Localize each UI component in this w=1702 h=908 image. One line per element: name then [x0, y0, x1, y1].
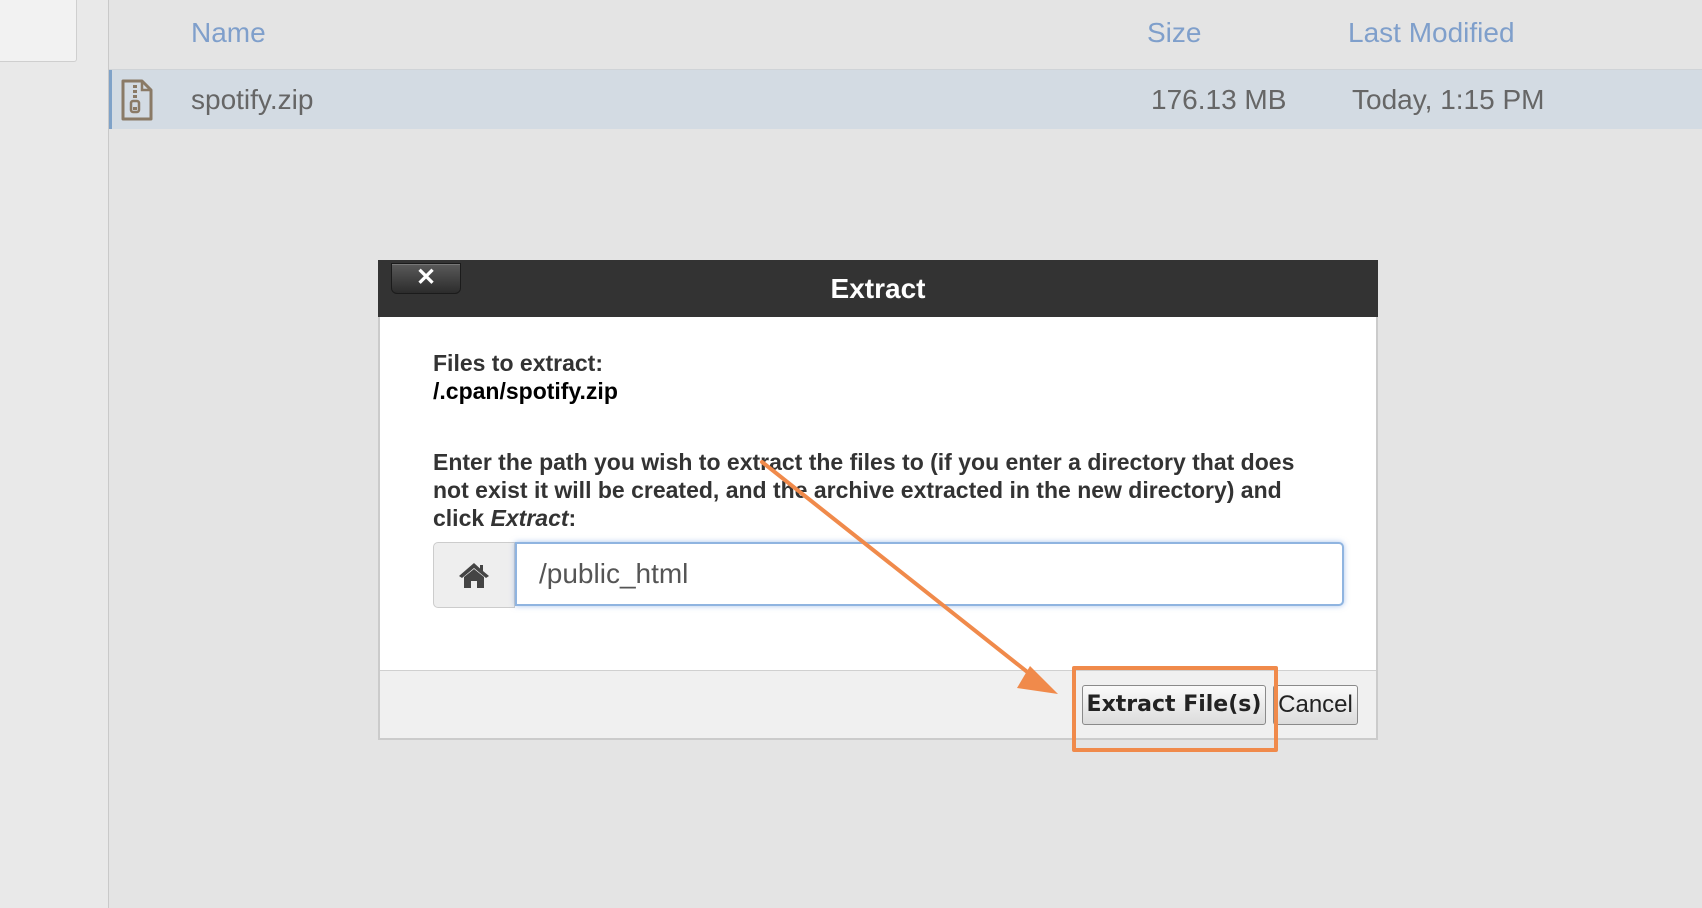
file-list-header: Name Size Last Modified: [109, 0, 1702, 70]
file-modified: Today, 1:15 PM: [1352, 84, 1545, 115]
home-addon: [433, 542, 515, 608]
column-header-last-modified[interactable]: Last Modified: [1348, 17, 1515, 49]
left-pane: [0, 0, 109, 908]
annotation-highlight-box: [1072, 666, 1278, 752]
files-to-extract-label: Files to extract:: [433, 350, 603, 376]
close-icon: ✕: [415, 264, 437, 291]
cancel-button[interactable]: Cancel: [1273, 685, 1358, 725]
home-icon: [459, 563, 489, 588]
dialog-titlebar: Extract ✕: [378, 260, 1378, 317]
instructions-emphasis: Extract: [490, 505, 569, 531]
column-header-name[interactable]: Name: [191, 17, 266, 49]
close-button[interactable]: ✕: [391, 263, 461, 294]
extract-path-input[interactable]: [515, 542, 1344, 606]
instructions-colon: :: [568, 505, 577, 531]
file-name[interactable]: spotify.zip: [191, 84, 313, 116]
dialog-title: Extract: [830, 273, 926, 304]
extract-instructions: Enter the path you wish to extract the f…: [433, 448, 1333, 532]
table-row[interactable]: spotify.zip 176.13 MB Today, 1:15 PM: [109, 70, 1702, 129]
zip-file-icon: [121, 79, 153, 121]
column-header-size[interactable]: Size: [1147, 17, 1201, 49]
files-to-extract-path: /.cpan/spotify.zip: [433, 378, 618, 404]
extract-path-group: [433, 542, 1346, 608]
file-size: 176.13 MB: [1151, 84, 1287, 115]
left-pane-panel: [0, 0, 77, 62]
